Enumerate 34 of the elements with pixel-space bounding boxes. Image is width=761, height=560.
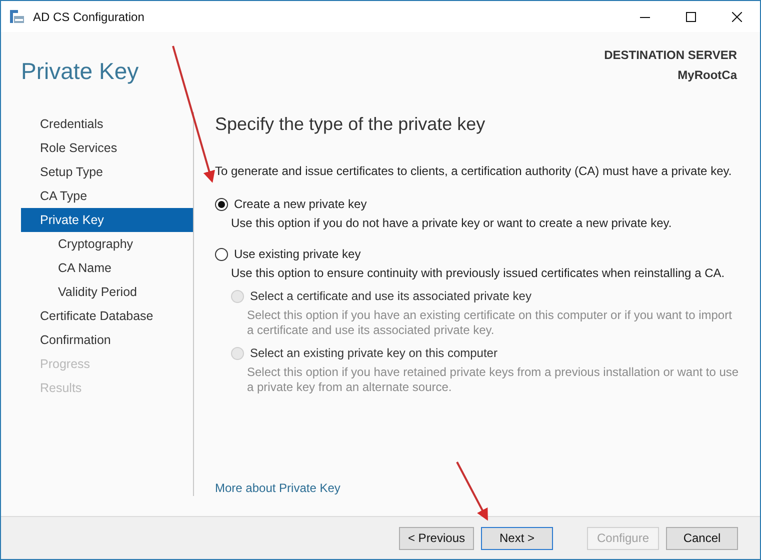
sidebar-item[interactable]: Validity Period (21, 280, 193, 304)
radio-button[interactable] (215, 198, 228, 210)
annotation-arrow (456, 462, 488, 521)
option-description: Select this option if you have an existing certificate on this computer or if you want to import a certificate and use its associated private key. (246, 308, 733, 338)
sidebar-item[interactable]: CA Name (21, 256, 193, 280)
dialog-button[interactable]: Next > (481, 526, 553, 550)
option-description: Use this option to ensure continuity with previously issued certificates when reinstalling a CA. (230, 266, 725, 281)
radio-button[interactable] (215, 248, 228, 260)
option-label: Create a new private key (234, 197, 367, 211)
sidebar-item[interactable]: Setup Type (21, 160, 193, 184)
option-label: Use existing private key (234, 247, 361, 261)
destination-label: DESTINATION SERVER (604, 48, 737, 62)
dialog-button[interactable]: Cancel (666, 526, 738, 550)
sidebar-item[interactable]: Private Key (21, 208, 193, 232)
close-icon (732, 12, 742, 22)
help-link[interactable]: More about Private Key (215, 480, 752, 496)
option-label: Select a certificate and use its associated private key (250, 289, 532, 303)
server-name: MyRootCa (678, 68, 737, 82)
sidebar-item[interactable]: Role Services (21, 136, 193, 160)
page-title: Private Key (21, 58, 139, 85)
sidebar-item[interactable]: CA Type (21, 184, 193, 208)
maximize-icon (686, 12, 696, 22)
sidebar-item[interactable]: Confirmation (21, 328, 193, 352)
section-heading: Specify the type of the private key (215, 113, 486, 136)
option-description: Select this option if you have retained private keys from a previous installation or want to use a private key from an alternate source. (246, 365, 740, 395)
window-title: AD CS Configuration (33, 10, 144, 24)
option-label: Select an existing private key on this computer (250, 346, 498, 360)
intro-text: To generate and issue certificates to clients, a certification authority (CA) must have a private key. (215, 163, 733, 180)
sidebar-item[interactable]: Credentials (21, 112, 193, 136)
sidebar-item[interactable]: Cryptography (21, 232, 193, 256)
dialog-button[interactable]: < Previous (398, 526, 474, 550)
option-description: Use this option if you do not have a private key or want to create a new private key. (230, 216, 673, 231)
app-icon (9, 8, 25, 24)
sidebar-item[interactable]: Certificate Database (21, 304, 193, 328)
